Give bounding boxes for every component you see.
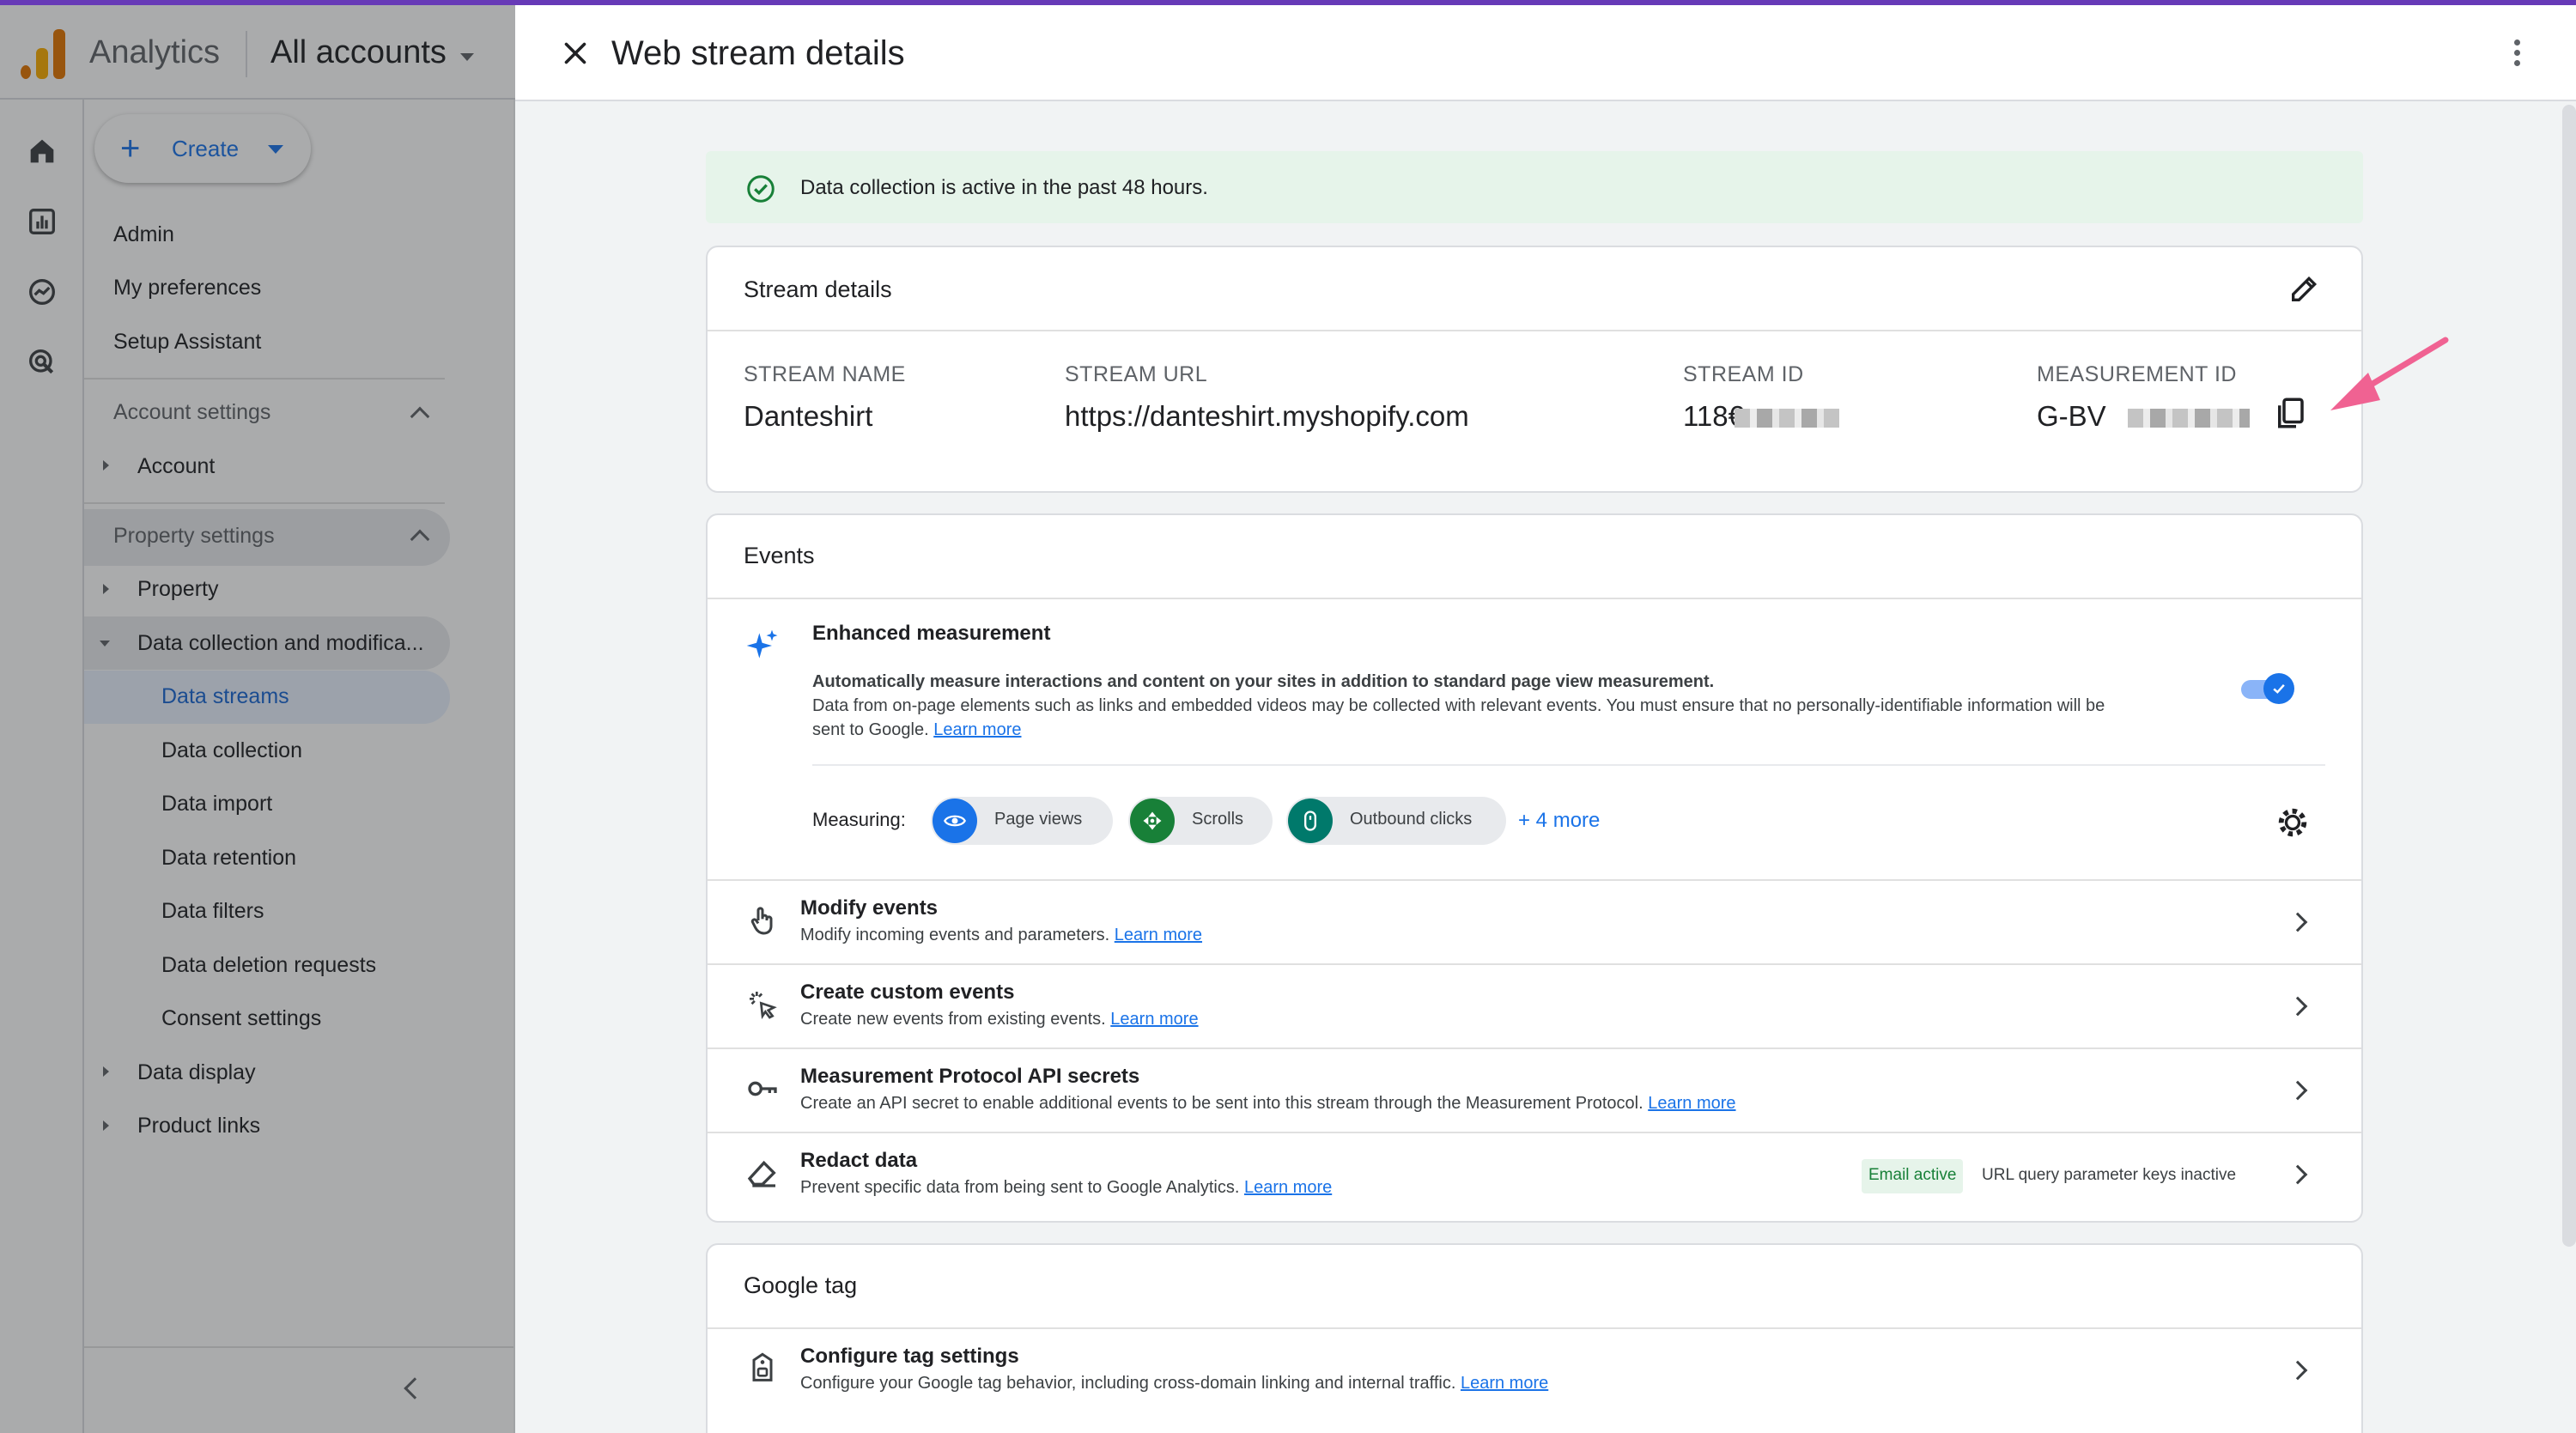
row-title: Configure tag settings bbox=[800, 1345, 1019, 1368]
redacted-stream-id bbox=[1735, 409, 1839, 428]
enhanced-measurement-title: Enhanced measurement bbox=[812, 622, 1051, 645]
stream-id-label: STREAM ID bbox=[1683, 362, 1804, 386]
chip-outbound-clicks[interactable]: Outbound clicks bbox=[1286, 797, 1506, 845]
learn-more-link[interactable]: Learn more bbox=[1461, 1374, 1548, 1393]
row-description: Modify incoming events and parameters. L… bbox=[800, 926, 1203, 944]
panel-header: Web stream details bbox=[515, 5, 2576, 101]
chip-label: Scrolls bbox=[1192, 810, 1244, 829]
chevron-right-icon[interactable] bbox=[2287, 996, 2308, 1017]
stream-url-label: STREAM URL bbox=[1065, 362, 1208, 386]
events-card: Events Enhanced measurement Automaticall… bbox=[706, 513, 2363, 1223]
learn-more-link[interactable]: Learn more bbox=[1648, 1094, 1735, 1113]
chevron-right-icon[interactable] bbox=[2287, 1360, 2308, 1381]
google-tag-card: Google tag Configure tag settings Config… bbox=[706, 1243, 2363, 1433]
row-description: Prevent specific data from being sent to… bbox=[800, 1178, 1333, 1197]
google-tag-title: Google tag bbox=[744, 1272, 858, 1298]
stream-details-title: Stream details bbox=[744, 276, 892, 302]
learn-more-link[interactable]: Learn more bbox=[1110, 1010, 1198, 1029]
copy-icon[interactable] bbox=[2272, 395, 2308, 431]
click-sparkle-icon bbox=[750, 992, 777, 1020]
row-title: Modify events bbox=[800, 896, 939, 920]
edit-pencil-icon[interactable] bbox=[2287, 271, 2322, 306]
learn-more-link[interactable]: Learn more bbox=[1115, 926, 1202, 944]
key-icon bbox=[748, 1081, 777, 1096]
url-query-inactive-badge: URL query parameter keys inactive bbox=[1982, 1166, 2237, 1184]
eye-icon bbox=[933, 798, 977, 843]
top-accent-bar bbox=[0, 0, 2576, 5]
chevron-right-icon[interactable] bbox=[2287, 912, 2308, 932]
configure-tag-settings-row[interactable]: Configure tag settings Configure your Go… bbox=[708, 1327, 2361, 1412]
panel-title: Web stream details bbox=[611, 34, 905, 72]
stream-details-card: Stream details STREAM NAME Danteshirt ST… bbox=[706, 246, 2363, 493]
panel-scrollbar[interactable] bbox=[2562, 105, 2576, 1247]
more-events-link[interactable]: + 4 more bbox=[1518, 809, 1600, 833]
email-active-badge: Email active bbox=[1862, 1159, 1964, 1193]
banner-text: Data collection is active in the past 48… bbox=[800, 176, 1208, 199]
enhanced-desc-line2: Data from on-page elements such as links… bbox=[812, 696, 2105, 715]
row-title: Create custom events bbox=[800, 981, 1015, 1004]
sparkle-icon bbox=[746, 629, 778, 659]
chip-scrolls[interactable]: Scrolls bbox=[1128, 797, 1273, 845]
close-icon[interactable] bbox=[560, 38, 591, 69]
enhanced-measurement-toggle[interactable] bbox=[2241, 673, 2294, 704]
measurement-protocol-row[interactable]: Measurement Protocol API secrets Create … bbox=[708, 1047, 2361, 1132]
events-title: Events bbox=[744, 543, 815, 568]
more-options-icon[interactable] bbox=[2514, 39, 2523, 70]
check-icon bbox=[2263, 673, 2294, 704]
tag-lock-icon bbox=[752, 1352, 773, 1381]
check-circle-icon bbox=[747, 175, 775, 203]
enhanced-divider bbox=[812, 764, 2325, 766]
touch-hand-icon bbox=[750, 907, 773, 935]
modify-events-row[interactable]: Modify events Modify incoming events and… bbox=[708, 879, 2361, 963]
measuring-label: Measuring: bbox=[812, 809, 906, 830]
chip-page-views[interactable]: Page views bbox=[931, 797, 1113, 845]
row-description: Create an API secret to enable additiona… bbox=[800, 1094, 1736, 1113]
card-divider bbox=[708, 330, 2361, 331]
chevron-right-icon[interactable] bbox=[2287, 1164, 2308, 1185]
enhanced-measurement-description: Automatically measure interactions and c… bbox=[812, 670, 2221, 742]
measurement-id-value: G-BV bbox=[2037, 400, 2106, 432]
measurement-id-label: MEASUREMENT ID bbox=[2037, 362, 2237, 386]
eraser-icon bbox=[747, 1160, 776, 1187]
web-stream-details-panel: Web stream details Data collection is ac… bbox=[515, 5, 2576, 1433]
redacted-measurement-id bbox=[2128, 409, 2250, 428]
learn-more-link[interactable]: Learn more bbox=[933, 720, 1021, 739]
row-description: Create new events from existing events. … bbox=[800, 1010, 1199, 1029]
learn-more-link[interactable]: Learn more bbox=[1244, 1178, 1332, 1197]
row-description: Configure your Google tag behavior, incl… bbox=[800, 1374, 1549, 1393]
chevron-right-icon[interactable] bbox=[2287, 1080, 2308, 1101]
data-collection-banner: Data collection is active in the past 48… bbox=[706, 151, 2363, 223]
redact-data-row[interactable]: Redact data Prevent specific data from b… bbox=[708, 1132, 2361, 1216]
row-title: Redact data bbox=[800, 1149, 918, 1172]
stream-name-label: STREAM NAME bbox=[744, 362, 906, 386]
stream-name-value: Danteshirt bbox=[744, 400, 873, 432]
row-title: Measurement Protocol API secrets bbox=[800, 1065, 1140, 1088]
enhanced-desc-line3: sent to Google. bbox=[812, 720, 929, 739]
chip-label: Page views bbox=[994, 810, 1083, 829]
modal-scrim[interactable] bbox=[0, 5, 515, 1433]
enhanced-measurement-section: Enhanced measurement Automatically measu… bbox=[708, 599, 2361, 879]
chip-label: Outbound clicks bbox=[1350, 810, 1473, 829]
settings-gear-icon[interactable] bbox=[2275, 805, 2310, 840]
enhanced-desc-line1: Automatically measure interactions and c… bbox=[812, 672, 1715, 691]
mouse-icon bbox=[1288, 798, 1333, 843]
annotation-arrow-icon bbox=[2330, 337, 2449, 410]
create-custom-events-row[interactable]: Create custom events Create new events f… bbox=[708, 963, 2361, 1047]
stream-url-value: https://danteshirt.myshopify.com bbox=[1065, 400, 1469, 432]
scroll-icon bbox=[1130, 798, 1175, 843]
